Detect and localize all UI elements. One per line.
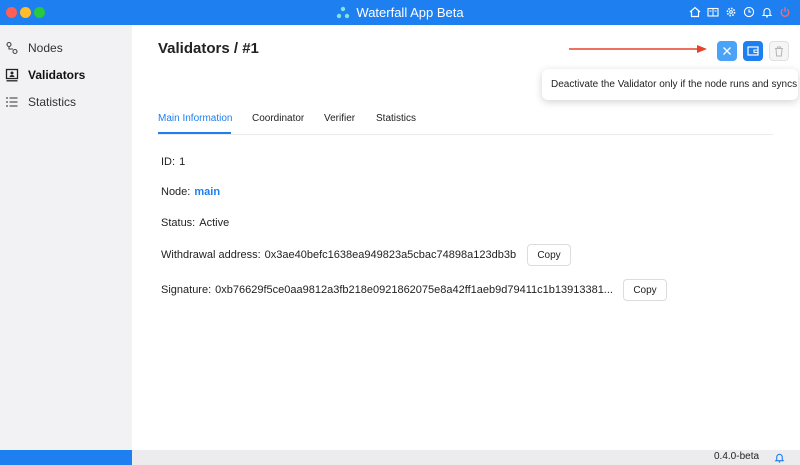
nodes-icon <box>5 41 19 55</box>
main-content: Validators / #1 Deactivate the Validator… <box>132 25 800 450</box>
status-value: Active <box>199 217 230 229</box>
field-id: ID: 1 <box>161 156 185 168</box>
status-bar: 0.4.0-beta <box>0 450 800 465</box>
field-status: Status: Active <box>161 217 229 229</box>
sidebar-item-validators[interactable]: Validators <box>0 63 132 87</box>
sidebar-item-nodes[interactable]: Nodes <box>0 36 132 60</box>
clock-icon[interactable] <box>742 5 756 19</box>
tab-bar: Main Information Coordinator Verifier St… <box>158 111 773 135</box>
power-icon[interactable] <box>778 5 792 19</box>
field-label: Status: <box>161 217 196 229</box>
active-tab-indicator <box>158 132 231 134</box>
copy-signature-button[interactable]: Copy <box>623 279 667 301</box>
list-icon <box>5 95 19 109</box>
wallet-icon <box>747 46 759 56</box>
sidebar-item-label: Nodes <box>28 41 63 55</box>
tab-coordinator[interactable]: Coordinator <box>252 113 304 124</box>
tab-statistics[interactable]: Statistics <box>376 113 416 124</box>
window-title-group: Waterfall App Beta <box>0 0 800 25</box>
titlebar-icons <box>688 5 792 19</box>
status-bar-accent <box>0 450 132 465</box>
title-bar: Waterfall App Beta <box>0 0 800 25</box>
deactivate-tooltip: Deactivate the Validator only if the nod… <box>542 69 798 100</box>
app-version: 0.4.0-beta <box>714 451 760 462</box>
sidebar-item-statistics[interactable]: Statistics <box>0 90 132 114</box>
tooltip-text: Deactivate the Validator only if the nod… <box>551 79 798 90</box>
window-title: Waterfall App Beta <box>356 5 464 20</box>
delete-button[interactable] <box>769 41 789 61</box>
page-title-id: #1 <box>242 40 259 57</box>
home-icon[interactable] <box>688 5 702 19</box>
waterfall-logo-icon <box>337 6 350 18</box>
sidebar-item-label: Statistics <box>28 95 77 109</box>
bell-icon[interactable] <box>760 5 774 19</box>
field-label: ID: <box>161 156 176 168</box>
tab-main-information[interactable]: Main Information <box>158 113 232 124</box>
page-title-separator: / <box>233 40 239 57</box>
copy-withdrawal-button[interactable]: Copy <box>527 244 571 266</box>
withdrawal-address-value: 0x3ae40befc1638ea949823a5cbac74898a123db… <box>264 249 517 261</box>
book-icon[interactable] <box>706 5 720 19</box>
close-icon <box>723 47 731 55</box>
page-title: Validators / #1 <box>158 40 259 57</box>
sidebar-item-label: Validators <box>28 68 86 82</box>
wallet-button[interactable] <box>743 41 763 61</box>
sidebar: Nodes Validators Statistics <box>0 25 132 450</box>
signature-value: 0xb76629f5ce0aa9812a3fb218e0921862075e8a… <box>215 284 613 296</box>
notification-bell-icon[interactable] <box>774 452 785 463</box>
field-node: Node: main <box>161 186 220 198</box>
tab-verifier[interactable]: Verifier <box>324 113 355 124</box>
trash-icon <box>775 46 783 56</box>
annotation-arrow <box>569 45 707 53</box>
page-title-section: Validators <box>158 40 230 57</box>
gear-icon[interactable] <box>724 5 738 19</box>
field-withdrawal-address: Withdrawal address: 0x3ae40befc1638ea949… <box>161 249 516 261</box>
field-value: 1 <box>179 156 186 168</box>
field-signature: Signature: 0xb76629f5ce0aa9812a3fb218e09… <box>161 284 613 296</box>
field-label: Withdrawal address: <box>161 249 261 261</box>
field-label: Node: <box>161 186 191 198</box>
deactivate-button[interactable] <box>717 41 737 61</box>
node-link[interactable]: main <box>194 186 220 198</box>
field-label: Signature: <box>161 284 212 296</box>
validators-icon <box>5 68 19 82</box>
